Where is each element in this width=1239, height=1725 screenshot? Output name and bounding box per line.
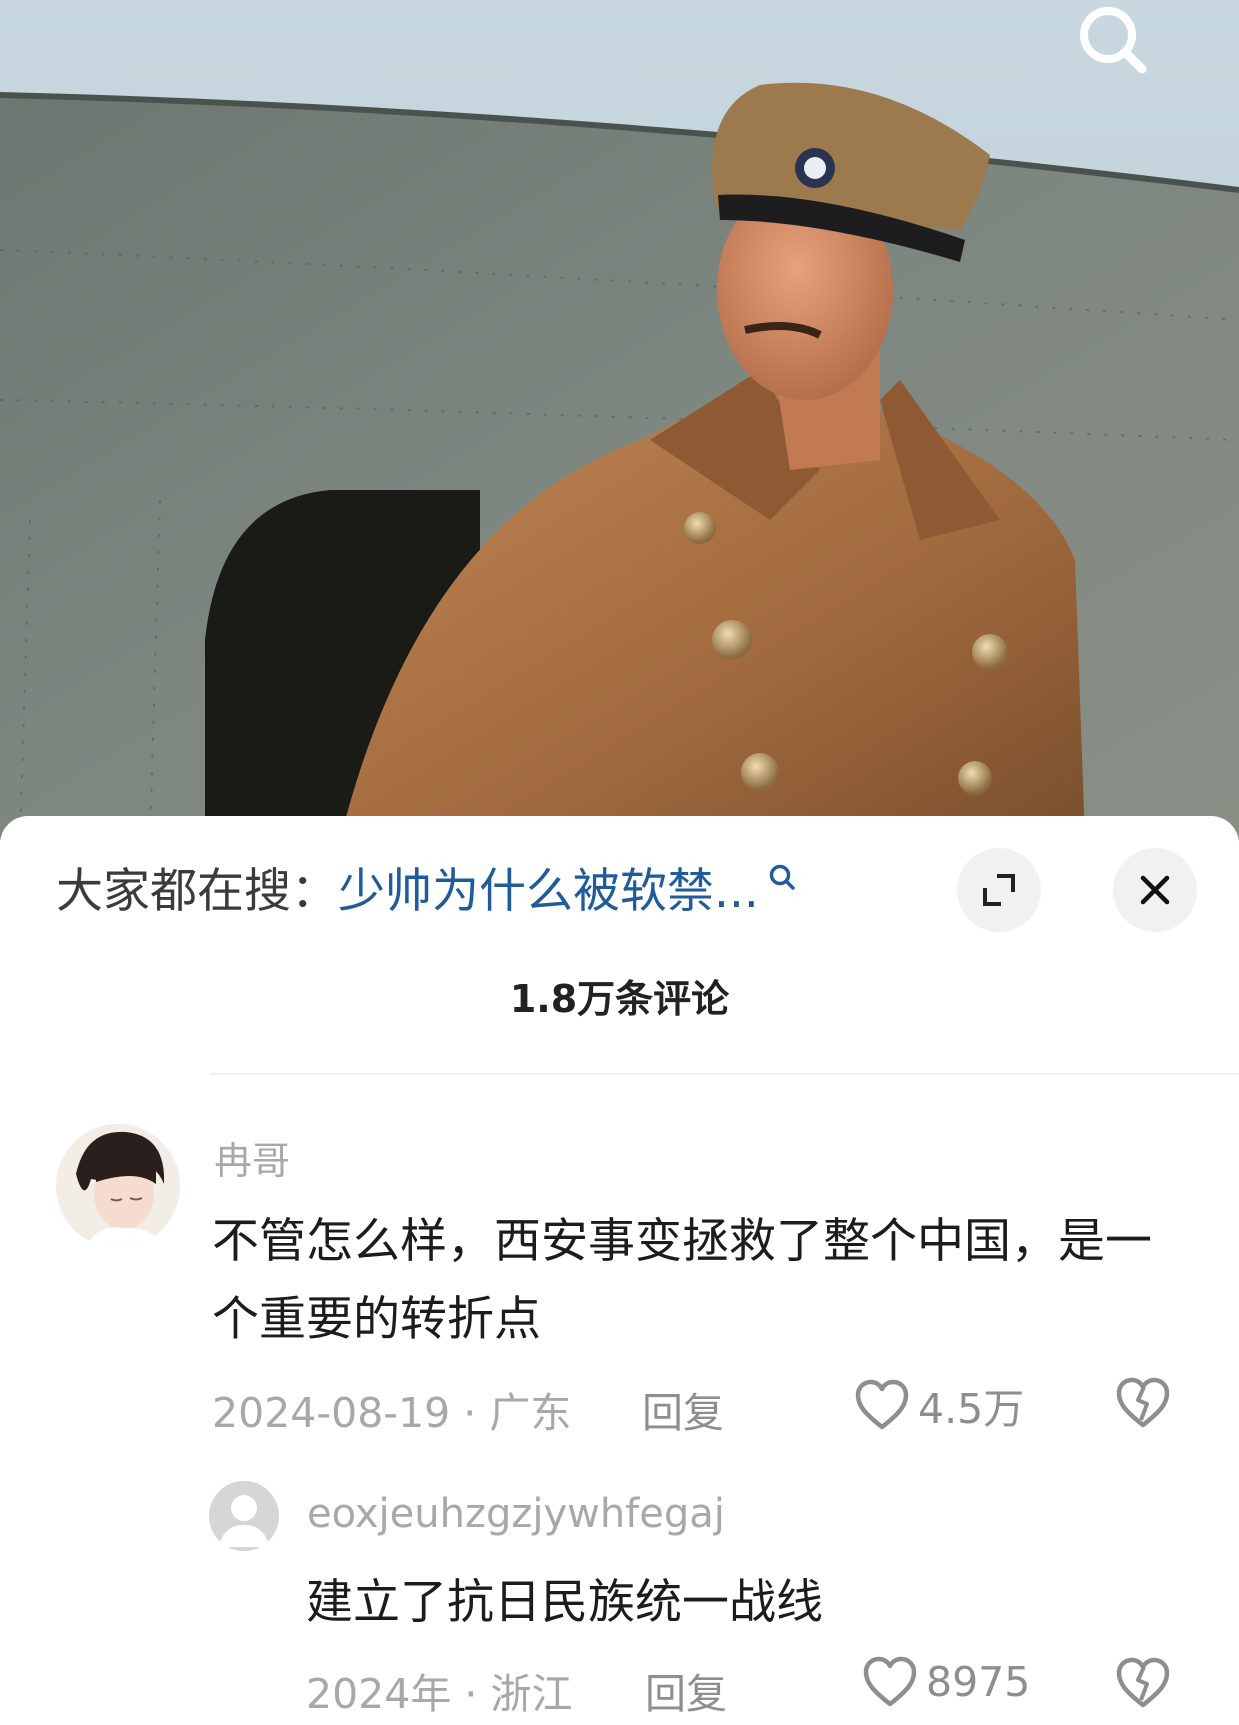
like-button[interactable]: 8975 [862, 1656, 1030, 1708]
app-root: 大家都在搜： 少帅为什么被软禁... 1.8万条评论 冉哥 不管怎么样，西安事变… [0, 0, 1239, 1725]
avatar[interactable] [56, 1124, 180, 1248]
reply-username[interactable]: eoxjeuhzgzjywhfegaj [307, 1491, 725, 1537]
expand-button[interactable] [957, 848, 1041, 932]
close-button[interactable] [1113, 848, 1197, 932]
avatar[interactable] [209, 1481, 279, 1551]
divider [210, 1073, 1239, 1075]
heart-icon [863, 1656, 917, 1707]
like-button[interactable]: 4.5万 [854, 1375, 1024, 1435]
hot-search-link[interactable]: 大家都在搜： 少帅为什么被软禁... [56, 844, 797, 940]
reply-button[interactable]: 回复 [642, 1379, 724, 1439]
video-player[interactable] [0, 0, 1239, 840]
like-count: 4.5万 [918, 1385, 1025, 1433]
expand-icon [983, 874, 1015, 906]
dislike-button[interactable] [1115, 1656, 1171, 1710]
reply-date-location: 2024年 · 浙江 [306, 1670, 573, 1718]
heart-icon [855, 1379, 909, 1430]
dislike-button[interactable] [1115, 1376, 1171, 1430]
close-icon [1140, 875, 1170, 905]
search-icon[interactable] [1072, 0, 1152, 80]
comment-date-location: 2024-08-19 · 广东 [212, 1389, 572, 1437]
like-count: 8975 [926, 1658, 1031, 1706]
broken-heart-icon [1116, 1377, 1170, 1428]
reply-text: 建立了抗日民族统一战线 [306, 1575, 823, 1630]
hot-search-prefix: 大家都在搜： [56, 864, 338, 919]
reply-button[interactable]: 回复 [645, 1660, 727, 1720]
comment-username[interactable]: 冉哥 [214, 1130, 290, 1185]
video-frame [0, 0, 1239, 840]
comment-count: 1.8万条评论 [509, 977, 730, 1021]
hot-search-query[interactable]: 少帅为什么被软禁... [338, 844, 759, 940]
broken-heart-icon [1116, 1657, 1170, 1708]
search-icon [769, 864, 795, 890]
comment-text: 不管怎么样，西安事变拯救了整个中国，是一个重要的转折点 [212, 1214, 1152, 1347]
